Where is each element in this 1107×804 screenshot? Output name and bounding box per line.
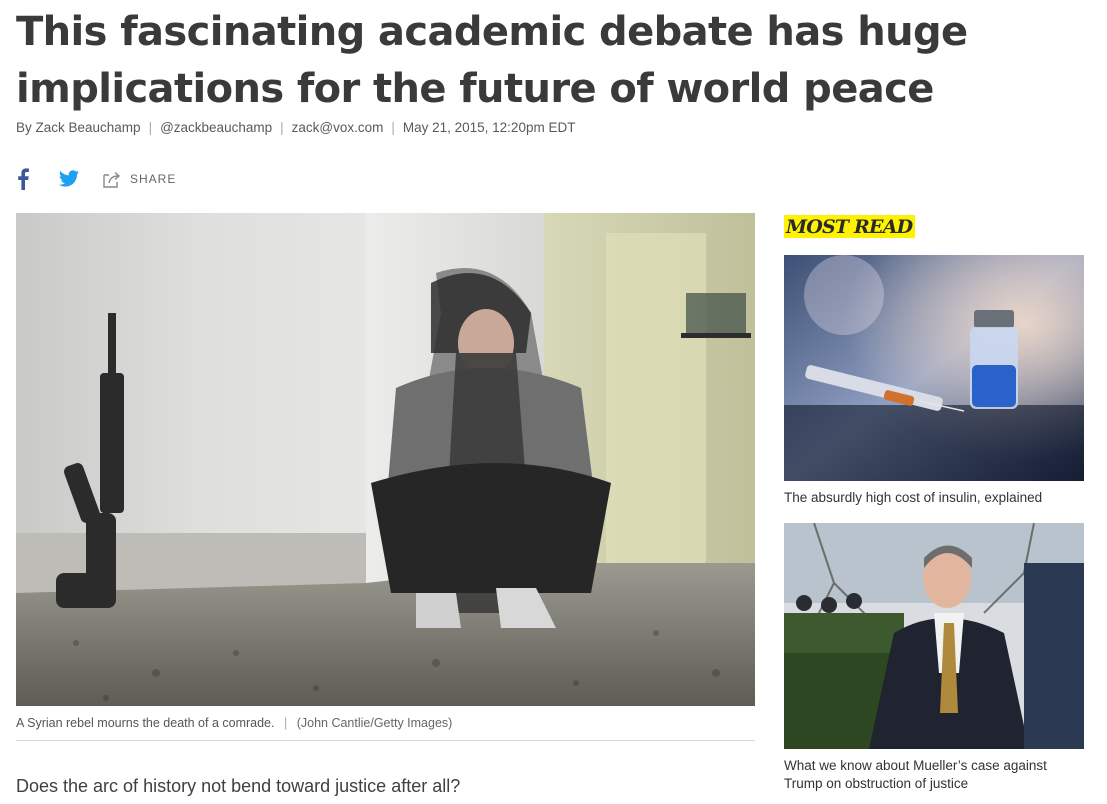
share-button[interactable]: SHARE [102, 169, 176, 189]
divider: | [280, 120, 284, 135]
facebook-icon[interactable] [16, 168, 30, 190]
twitter-icon[interactable] [58, 168, 80, 190]
caption-text: A Syrian rebel mourns the death of a com… [16, 716, 275, 730]
author-link[interactable]: By Zack Beauchamp [16, 120, 141, 135]
share-bar: SHARE [16, 166, 176, 192]
hero-image [16, 213, 755, 706]
article-lede: Does the arc of history not bend toward … [16, 776, 461, 796]
most-read-title[interactable]: What we know about Mueller’s case agains… [784, 757, 1084, 793]
divider: | [283, 716, 288, 730]
share-label: SHARE [130, 172, 177, 186]
most-read-heading: MOST READ [784, 215, 916, 238]
most-read-item[interactable]: What we know about Mueller’s case agains… [784, 523, 1084, 793]
insulin-thumbnail[interactable] [784, 255, 1084, 481]
most-read-item[interactable]: The absurdly high cost of insulin, expla… [784, 255, 1084, 507]
article-headline: This fascinating academic debate has hug… [16, 4, 1016, 118]
share-icon [103, 171, 121, 188]
byline: By Zack Beauchamp | @zackbeauchamp | zac… [16, 120, 575, 135]
email-link[interactable]: zack@vox.com [292, 120, 384, 135]
barr-thumbnail[interactable] [784, 523, 1084, 749]
headline-line-1: This fascinating academic debate has hug… [16, 9, 968, 55]
most-read-title[interactable]: The absurdly high cost of insulin, expla… [784, 489, 1084, 507]
twitter-handle-link[interactable]: @zackbeauchamp [160, 120, 272, 135]
divider: | [148, 120, 153, 135]
caption-credit: (John Cantlie/Getty Images) [296, 716, 453, 730]
headline-line-2: implications for the future of world pea… [16, 66, 934, 112]
publish-date: May 21, 2015, 12:20pm EDT [402, 120, 576, 135]
divider: | [391, 120, 395, 135]
image-caption: A Syrian rebel mourns the death of a com… [16, 716, 755, 741]
